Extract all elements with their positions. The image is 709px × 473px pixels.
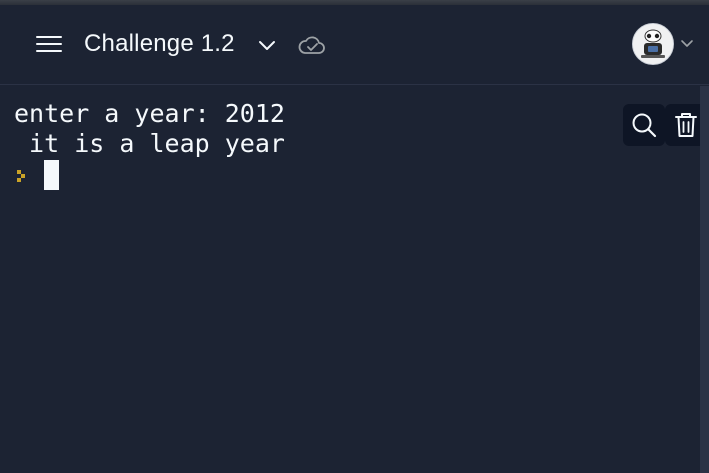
chevron-down-icon — [681, 40, 693, 47]
user-avatar — [632, 23, 674, 65]
app-header: Challenge 1.2 — [0, 5, 709, 85]
console-line: enter a year: 2012 — [14, 99, 285, 128]
menu-button[interactable] — [30, 28, 68, 60]
search-button[interactable] — [623, 104, 665, 146]
trash-icon — [675, 113, 697, 137]
save-status — [297, 32, 327, 58]
account-menu-button[interactable] — [632, 23, 698, 67]
hamburger-menu-icon — [36, 36, 62, 52]
console-input-cursor[interactable] — [44, 160, 59, 190]
page-title[interactable]: Challenge 1.2 — [84, 27, 235, 61]
cloud-check-icon — [298, 36, 325, 54]
chevron-down-icon — [259, 41, 275, 50]
search-icon — [632, 113, 657, 138]
console-output[interactable]: enter a year: 2012 it is a leap year — [0, 86, 707, 473]
title-dropdown-button[interactable] — [254, 32, 280, 58]
console-scrollbar[interactable] — [700, 86, 709, 473]
avatar-image — [633, 24, 673, 64]
prompt-icon — [17, 170, 25, 182]
console-line: it is a leap year — [14, 129, 285, 158]
